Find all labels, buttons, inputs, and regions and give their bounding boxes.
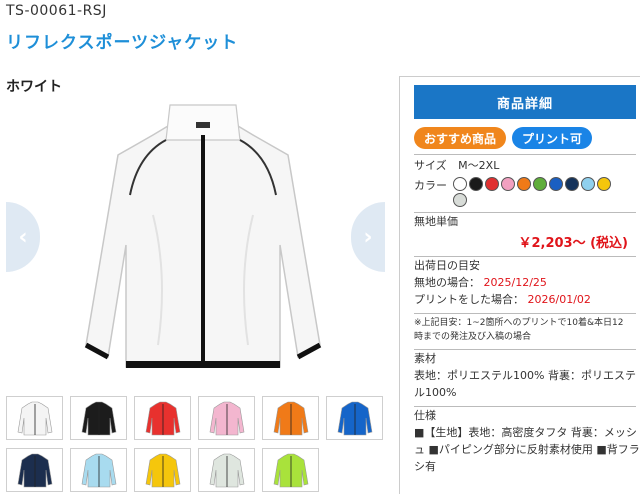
jacket-thumbnail-icon [337, 401, 372, 436]
color-thumbnail[interactable] [262, 448, 319, 492]
color-label: カラー [414, 179, 447, 192]
color-thumbnail[interactable] [262, 396, 319, 440]
jacket-thumbnail-icon [145, 453, 180, 488]
jacket-thumbnail-icon [209, 401, 244, 436]
price: ￥2,203～ (税込) [518, 236, 628, 251]
selected-color-name: ホワイト [6, 79, 62, 95]
jacket-thumbnail-icon [145, 401, 180, 436]
color-thumbnail[interactable] [134, 396, 191, 440]
printable-badge[interactable]: プリント可 [512, 127, 593, 149]
jacket-thumbnail-icon [81, 453, 116, 488]
color-thumbnail[interactable] [6, 396, 63, 440]
color-swatch[interactable] [469, 177, 483, 191]
product-code: TS-00061-RSJ [6, 3, 107, 19]
white-jacket-image [84, 104, 322, 368]
plain-date: 2025/12/25 [483, 276, 547, 289]
color-swatch[interactable] [453, 177, 467, 191]
divider [414, 154, 636, 155]
color-swatch[interactable] [533, 177, 547, 191]
jacket-thumbnail-icon [81, 401, 116, 436]
color-swatch[interactable] [485, 177, 499, 191]
color-thumbnail[interactable] [134, 448, 191, 492]
shipping-note: ※上記目安：1~2箇所へのプリントで10着&本日12時までの発注及び入稿の場合 [414, 318, 624, 342]
color-thumbnail[interactable] [70, 448, 127, 492]
main-product-image [58, 95, 348, 380]
color-thumbnail[interactable] [326, 396, 383, 440]
size-label: サイズ [414, 159, 447, 172]
color-swatch[interactable] [453, 193, 467, 207]
color-thumbnail[interactable] [6, 448, 63, 492]
color-swatch[interactable] [501, 177, 515, 191]
divider [414, 313, 636, 314]
print-date: 2026/01/02 [527, 293, 591, 306]
color-swatch[interactable] [549, 177, 563, 191]
unit-price-label: 無地単価 [414, 215, 458, 228]
next-image-button[interactable]: › [351, 202, 385, 272]
color-thumbnail[interactable] [198, 448, 255, 492]
spec-value: ■【生地】表地：高密度タフタ 背裏：メッシュ ■パイピング部分に反射素材使用 ■… [414, 426, 640, 473]
product-title: リフレクスポーツジャケット [6, 33, 239, 53]
print-label: プリントをした場合： [414, 293, 524, 306]
jacket-thumbnail-icon [17, 401, 52, 436]
color-swatch[interactable] [565, 177, 579, 191]
jacket-thumbnail-icon [273, 401, 308, 436]
color-thumbnail[interactable] [70, 396, 127, 440]
product-info-panel: 商品詳細 おすすめ商品 プリント可 サイズ M～2XL カラー 無地単価 ￥2,… [399, 76, 640, 494]
prev-image-button[interactable]: ‹ [6, 202, 40, 272]
color-thumbnail[interactable] [198, 396, 255, 440]
color-swatch[interactable] [581, 177, 595, 191]
material-value: 表地：ポリエステル100% 背裏：ポリエステル100% [414, 369, 636, 399]
recommended-badge[interactable]: おすすめ商品 [414, 127, 507, 149]
color-swatches [453, 177, 625, 207]
color-swatch[interactable] [597, 177, 611, 191]
material-label: 素材 [414, 352, 436, 365]
jacket-thumbnail-icon [17, 453, 52, 488]
color-swatch[interactable] [517, 177, 531, 191]
color-thumbnails [6, 396, 386, 492]
plain-label: 無地の場合： [414, 276, 480, 289]
jacket-thumbnail-icon [209, 453, 244, 488]
ship-label: 出荷日の目安 [414, 259, 480, 272]
product-details-button[interactable]: 商品詳細 [414, 85, 636, 119]
jacket-thumbnail-icon [273, 453, 308, 488]
size-value: M～2XL [458, 159, 500, 172]
spec-label: 仕様 [414, 409, 436, 422]
